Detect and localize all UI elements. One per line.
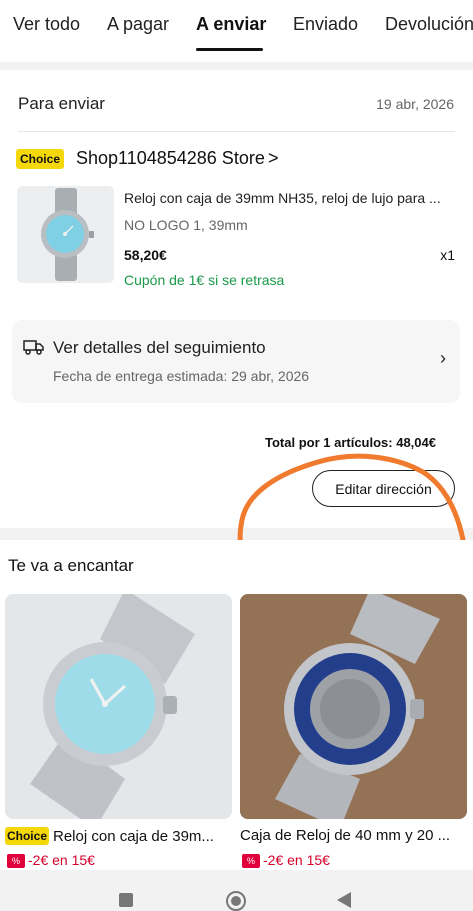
recommendations-title: Te va a encantar	[8, 556, 134, 575]
chevron-right-icon: ›	[440, 348, 446, 368]
discount-percent-icon: %	[7, 854, 25, 868]
recommended-product-title-row: Caja de Reloj de 40 mm y 20 ...	[240, 827, 467, 844]
order-total: Total por 1 artículos: 48,04€	[265, 435, 436, 450]
truck-icon	[23, 340, 44, 355]
recent-apps-icon[interactable]	[119, 893, 133, 907]
tracking-title: Ver detalles del seguimiento	[53, 338, 266, 357]
product-variant: NO LOGO 1, 39mm	[124, 217, 248, 233]
tab-a-pagar[interactable]: A pagar	[107, 14, 169, 35]
recommendations-section: Te va a encantar Choice Reloj con caja de…	[0, 540, 473, 870]
chevron-right-icon[interactable]: >	[268, 148, 279, 169]
delay-coupon-note: Cupón de 1€ si se retrasa	[124, 272, 285, 288]
system-navigation-bar	[0, 872, 473, 911]
edit-address-button[interactable]: Editar dirección	[312, 470, 455, 507]
tab-enviado[interactable]: Enviado	[293, 14, 358, 35]
watch-image	[5, 594, 232, 819]
order-date: 19 abr, 2026	[376, 96, 454, 112]
choice-badge: Choice	[16, 149, 64, 169]
product-quantity: x1	[440, 247, 455, 263]
discount-text: -2€ en 15€	[28, 852, 95, 868]
tab-ver-todo[interactable]: Ver todo	[13, 14, 80, 35]
discount-text: -2€ en 15€	[263, 852, 330, 868]
recommended-product-card[interactable]: Choice Reloj con caja de 39m... % -2€ en 1…	[5, 594, 232, 868]
product-thumbnail[interactable]	[17, 186, 114, 283]
discount-row: % -2€ en 15€	[242, 852, 330, 868]
product-price: 58,20€	[124, 247, 167, 263]
product-image[interactable]	[5, 594, 232, 819]
order-card: Para enviar 19 abr, 2026 Choice Shop1104…	[0, 70, 473, 603]
divider	[18, 131, 455, 132]
recommended-product-card[interactable]: Caja de Reloj de 40 mm y 20 ... % -2€ en …	[240, 594, 467, 868]
recommended-product-title: Caja de Reloj de 40 mm y 20 ...	[240, 827, 451, 844]
discount-percent-icon: %	[242, 854, 260, 868]
tracking-details-row[interactable]: Ver detalles del seguimiento Fecha de en…	[12, 320, 460, 403]
order-status-tabs: Ver todo A pagar A enviar Enviado Devolu…	[0, 0, 473, 62]
order-section-title: Para enviar	[18, 94, 105, 113]
tab-a-enviar[interactable]: A enviar	[196, 14, 266, 35]
estimated-delivery: Fecha de entrega estimada: 29 abr, 2026	[53, 368, 310, 384]
product-image[interactable]	[240, 594, 467, 819]
store-name-link[interactable]: Shop1104854286 Store	[76, 148, 265, 169]
recommended-product-title-row: Choice Reloj con caja de 39m...	[5, 827, 232, 845]
choice-badge: Choice	[5, 827, 49, 845]
watch-case-image	[240, 594, 467, 819]
back-icon[interactable]	[337, 892, 351, 908]
product-title[interactable]: Reloj con caja de 39mm NH35, reloj de lu…	[124, 190, 454, 206]
tab-devolucion[interactable]: Devolución/	[385, 14, 473, 35]
active-tab-indicator	[196, 48, 263, 51]
recommended-product-title: Reloj con caja de 39m...	[53, 828, 214, 845]
discount-row: % -2€ en 15€	[7, 852, 95, 868]
watch-image	[17, 186, 114, 283]
home-icon[interactable]	[226, 891, 246, 911]
